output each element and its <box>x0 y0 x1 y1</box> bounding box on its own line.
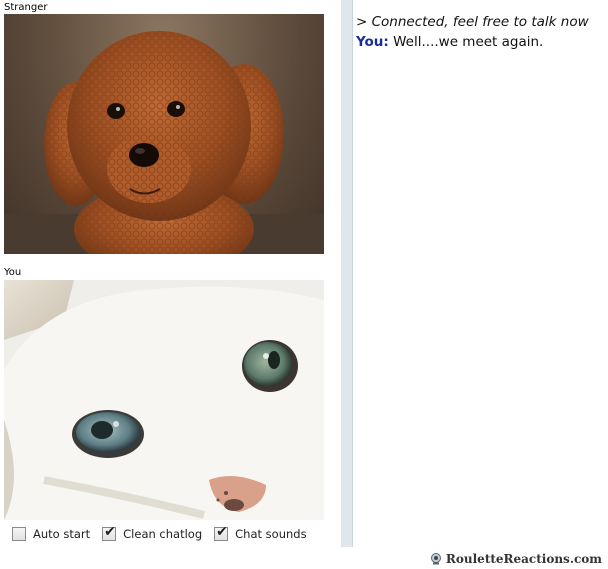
chat-message-text: Well....we meet again. <box>388 34 544 50</box>
auto-start-label: Auto start <box>33 527 91 541</box>
checkmark-icon: ✔ <box>216 524 228 540</box>
stranger-video-label: Stranger <box>4 2 48 13</box>
chat-sounds-checkbox[interactable]: ✔ <box>214 524 229 541</box>
clean-chatlog-toggle[interactable]: ✔ Clean chatlog <box>102 524 203 541</box>
watermark: RouletteReactions.com <box>430 552 602 566</box>
connection-status-message: > Connected, feel free to talk now <box>356 14 589 30</box>
chat-log[interactable]: > Connected, feel free to talk now You: … <box>352 0 608 547</box>
clean-chatlog-checkbox[interactable]: ✔ <box>102 524 117 541</box>
chat-panel-border <box>341 0 352 547</box>
stranger-video-feed <box>4 14 324 254</box>
chat-message: You: Well....we meet again. <box>356 33 543 51</box>
you-video-label: You <box>4 267 22 278</box>
watermark-text: RouletteReactions.com <box>445 552 602 566</box>
chat-sender-you: You: <box>356 34 389 50</box>
chat-sounds-toggle[interactable]: ✔ Chat sounds <box>214 524 307 541</box>
auto-start-checkbox[interactable] <box>12 527 26 541</box>
auto-start-toggle[interactable]: Auto start <box>12 527 90 541</box>
video-controls: Auto start ✔ Clean chatlog ✔ Chat sounds <box>12 524 319 544</box>
you-video-feed <box>4 280 324 520</box>
clean-chatlog-label: Clean chatlog <box>123 527 203 541</box>
camera-icon <box>430 553 441 565</box>
checkmark-icon: ✔ <box>104 524 116 540</box>
chat-sounds-label: Chat sounds <box>235 527 307 541</box>
